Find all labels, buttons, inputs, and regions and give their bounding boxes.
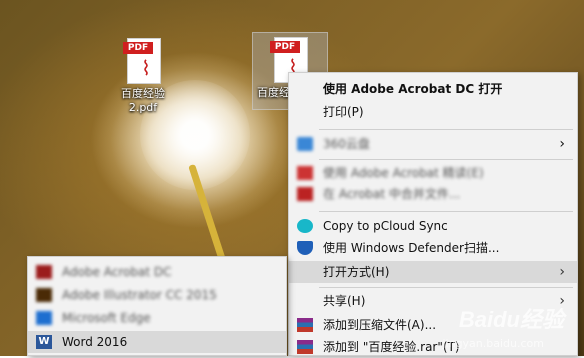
baidu-watermark: Baidu经验 xyxy=(458,307,564,332)
open-with-acrobat[interactable]: Adobe Acrobat DC xyxy=(28,261,286,283)
menu-item-open-with[interactable]: 打开方式(H) › xyxy=(289,261,577,283)
chevron-right-icon: › xyxy=(559,136,565,152)
acrobat-merge-icon xyxy=(297,187,313,201)
shield-icon xyxy=(297,241,313,255)
menu-item-open-acrobat[interactable]: 使用 Adobe Acrobat DC 打开 xyxy=(289,78,577,100)
desktop-file-pdf-2[interactable]: PDF ⌇ 百度经验 2.pdf xyxy=(106,34,180,115)
menu-item-defender-scan[interactable]: 使用 Windows Defender扫描... xyxy=(289,237,577,259)
chevron-right-icon: › xyxy=(559,264,565,280)
illustrator-icon xyxy=(36,288,52,302)
edge-icon xyxy=(36,311,52,325)
acrobat-icon xyxy=(297,166,313,180)
open-with-edge[interactable]: Microsoft Edge xyxy=(28,307,286,329)
pcloud-icon xyxy=(297,219,313,233)
menu-item-print[interactable]: 打印(P) xyxy=(289,101,577,123)
acrobat-icon xyxy=(36,265,52,279)
cloud-icon xyxy=(297,137,313,151)
open-with-submenu: Adobe Acrobat DC Adobe Illustrator CC 20… xyxy=(27,256,287,356)
desktop-file-label: 百度经验 2.pdf xyxy=(121,87,165,114)
winrar-icon xyxy=(297,318,313,332)
menu-item-acrobat-read[interactable]: 使用 Adobe Acrobat 精读(E) xyxy=(289,162,577,184)
menu-item-acrobat-merge[interactable]: 在 Acrobat 中合并文件... xyxy=(289,183,577,205)
menu-item-pcloud[interactable]: Copy to pCloud Sync xyxy=(289,215,577,237)
word-icon: W xyxy=(36,335,52,349)
pdf-file-icon: PDF ⌇ xyxy=(123,38,163,84)
open-with-illustrator[interactable]: Adobe Illustrator CC 2015 xyxy=(28,284,286,306)
menu-item-360-cloud[interactable]: 360云盘 xyxy=(289,133,577,155)
winrar-icon xyxy=(297,340,313,354)
open-with-word[interactable]: W Word 2016 xyxy=(28,331,286,353)
baidu-watermark-url: jingyan.baidu.com xyxy=(442,337,544,350)
